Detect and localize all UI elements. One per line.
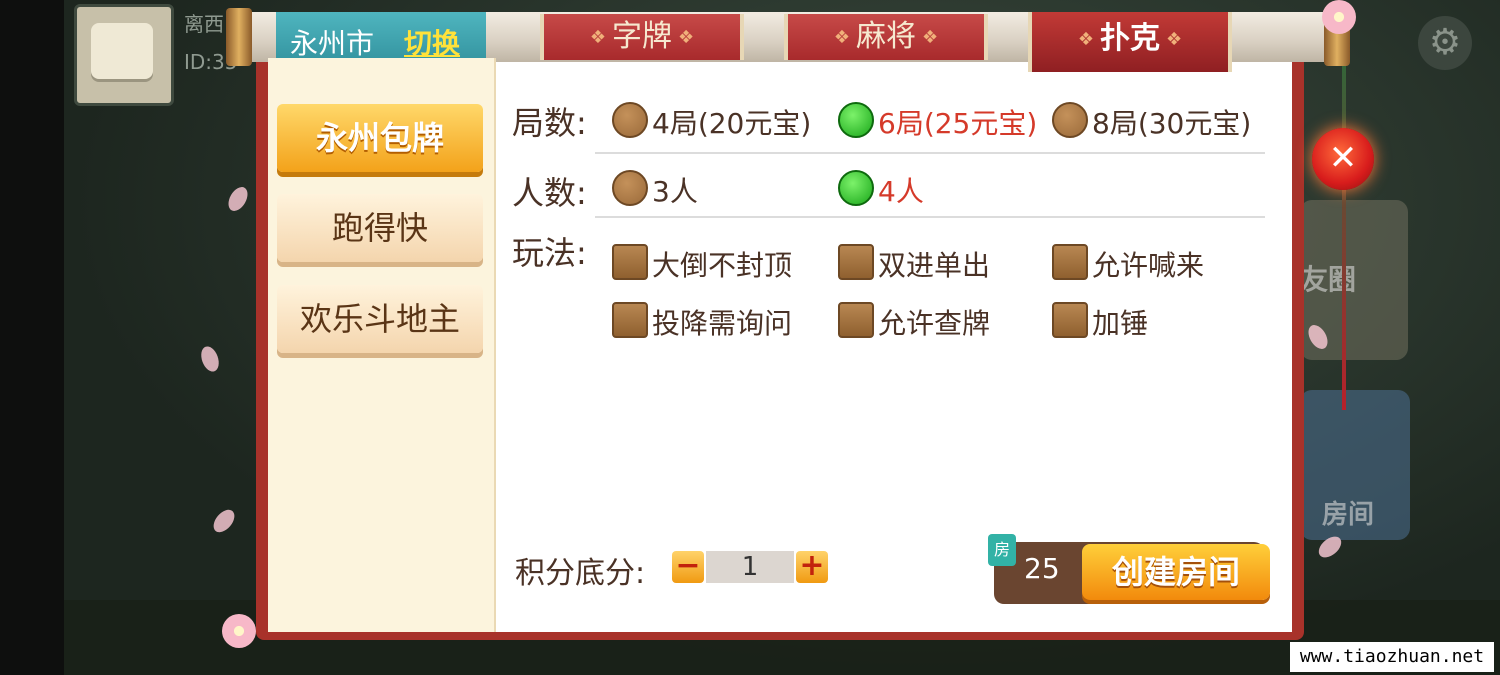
ornament-icon: ❖ bbox=[678, 26, 695, 48]
ornament-icon: ❖ bbox=[1077, 28, 1094, 50]
tab-label: 扑克 bbox=[1100, 21, 1160, 56]
city-name: 永州市 bbox=[290, 27, 375, 60]
rule-option-chapai: 允许查牌 bbox=[878, 307, 991, 340]
score-decrease-button[interactable]: − bbox=[672, 551, 704, 583]
flower-decoration bbox=[1322, 0, 1356, 34]
rule-option-shuangjin: 双进单出 bbox=[878, 249, 991, 282]
rule-option-dadao: 大倒不封顶 bbox=[652, 249, 793, 282]
mahjong-tile-icon bbox=[91, 23, 153, 79]
rule-checkbox-chapai[interactable] bbox=[838, 302, 874, 338]
rule-checkbox-dadao[interactable] bbox=[612, 244, 648, 280]
close-button[interactable]: ✕ bbox=[1312, 128, 1374, 190]
avatar bbox=[74, 4, 174, 106]
rounds-radio-4[interactable] bbox=[612, 102, 648, 138]
sidebar-item-paodekuai[interactable]: 跑得快 bbox=[277, 194, 483, 262]
divider bbox=[595, 152, 1265, 154]
background-card-friends-label: 友圈 bbox=[1300, 263, 1357, 296]
tab-poker[interactable]: ❖ 扑克 ❖ bbox=[1028, 12, 1232, 72]
switch-city-link[interactable]: 切换 bbox=[404, 22, 460, 62]
ornament-icon: ❖ bbox=[922, 26, 939, 48]
rule-option-hanlai: 允许喊来 bbox=[1092, 249, 1205, 282]
players-option-3: 3人 bbox=[652, 175, 698, 208]
rule-option-touxiang: 投降需询问 bbox=[652, 307, 793, 340]
room-card-icon: 房 bbox=[988, 534, 1016, 566]
sidebar-item-yongzhou-baopai[interactable]: 永州包牌 bbox=[277, 104, 483, 172]
room-cost: 25 bbox=[1024, 552, 1060, 585]
players-option-4: 4人 bbox=[878, 175, 924, 208]
background-card-room-label: 房间 bbox=[1322, 500, 1375, 530]
create-room-button[interactable]: 创建房间 bbox=[1082, 544, 1270, 600]
watermark: www.tiaozhuan.net bbox=[1290, 642, 1494, 672]
ornament-icon: ❖ bbox=[833, 26, 850, 48]
players-radio-3[interactable] bbox=[612, 170, 648, 206]
rule-checkbox-touxiang[interactable] bbox=[612, 302, 648, 338]
screen-edge bbox=[0, 0, 64, 675]
rounds-option-4: 4局(20元宝) bbox=[652, 107, 812, 140]
base-score-value: 1 bbox=[706, 551, 794, 583]
player-name: 离西 bbox=[184, 12, 224, 36]
sidebar-item-doudizhu[interactable]: 欢乐斗地主 bbox=[277, 285, 483, 353]
flower-decoration bbox=[222, 614, 256, 648]
players-radio-4[interactable] bbox=[838, 170, 874, 206]
gear-icon: ⚙ bbox=[1418, 16, 1472, 70]
rule-checkbox-jiachui[interactable] bbox=[1052, 302, 1088, 338]
rule-checkbox-shuangjin[interactable] bbox=[838, 244, 874, 280]
players-label: 人数: bbox=[512, 174, 587, 212]
tab-label: 字牌 bbox=[612, 19, 672, 54]
score-increase-button[interactable]: + bbox=[796, 551, 828, 583]
tab-zipai[interactable]: ❖ 字牌 ❖ bbox=[540, 14, 744, 60]
scroll-cap-left bbox=[226, 8, 252, 66]
rounds-radio-8[interactable] bbox=[1052, 102, 1088, 138]
rounds-radio-6[interactable] bbox=[838, 102, 874, 138]
ornament-icon: ❖ bbox=[589, 26, 606, 48]
rule-option-jiachui: 加锤 bbox=[1092, 307, 1149, 340]
base-score-label: 积分底分: bbox=[515, 556, 646, 591]
rule-checkbox-hanlai[interactable] bbox=[1052, 244, 1088, 280]
rounds-option-6: 6局(25元宝) bbox=[878, 107, 1038, 140]
divider bbox=[595, 216, 1265, 218]
ornament-icon: ❖ bbox=[1166, 28, 1183, 50]
tab-label: 麻将 bbox=[856, 19, 916, 54]
lantern-rope bbox=[1342, 40, 1346, 410]
rules-label: 玩法: bbox=[512, 234, 587, 272]
rounds-option-8: 8局(30元宝) bbox=[1092, 107, 1252, 140]
tab-mahjong[interactable]: ❖ 麻将 ❖ bbox=[784, 14, 988, 60]
rounds-label: 局数: bbox=[512, 104, 587, 142]
